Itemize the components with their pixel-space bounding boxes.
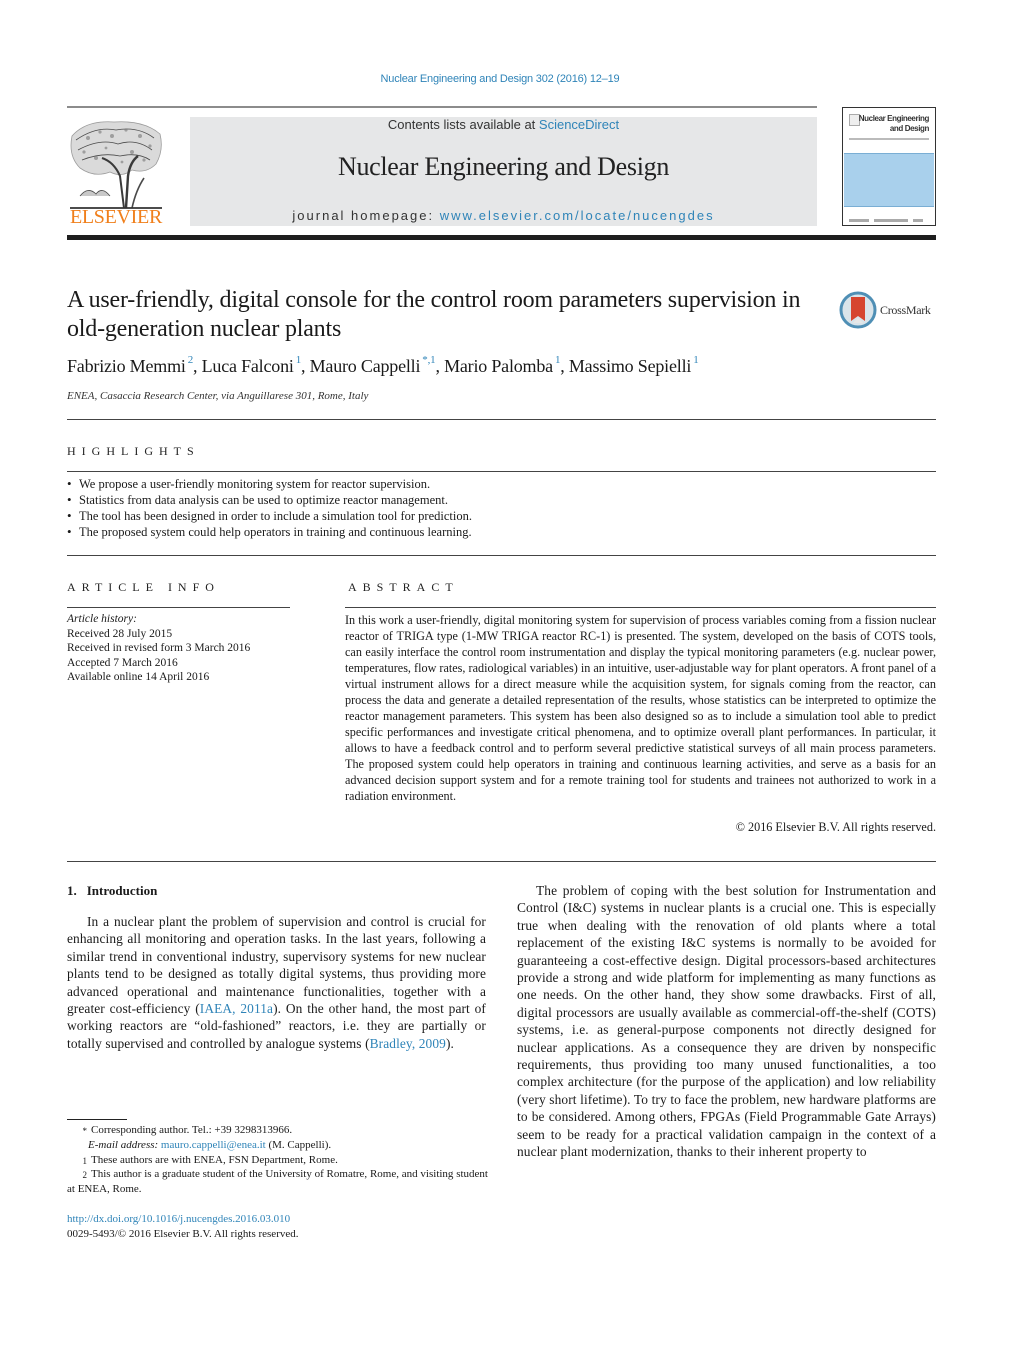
author-affiliation-mark[interactable]: 2 xyxy=(188,354,194,366)
abstract-heading: ABSTRACT xyxy=(348,580,459,594)
highlight-item: Statistics from data analysis can be use… xyxy=(67,492,936,508)
section-heading-introduction: 1. Introduction xyxy=(67,883,157,899)
divider xyxy=(345,607,936,608)
header-top-rule xyxy=(67,106,817,108)
author-affiliation-mark[interactable]: 1 xyxy=(296,354,302,366)
highlights-list: We propose a user-friendly monitoring sy… xyxy=(67,476,936,540)
footnote-corresponding: * Corresponding author. Tel.: +39 3298313… xyxy=(67,1123,488,1138)
cover-subtitle-bar xyxy=(849,138,929,140)
online-date: Available online 14 April 2016 xyxy=(67,671,210,683)
cover-title-line1: Nuclear Engineering xyxy=(858,114,930,123)
cover-footer xyxy=(849,211,929,222)
author-affiliation-mark[interactable]: *,1 xyxy=(422,354,435,366)
intro-paragraph: In a nuclear plant the problem of superv… xyxy=(67,913,486,1052)
article-info-heading: ARTICLE INFO xyxy=(67,580,220,594)
footnote-mark: 2 xyxy=(82,1170,88,1181)
homepage-prefix: journal homepage: xyxy=(292,208,440,223)
article-history: Article history: Received 28 July 2015 R… xyxy=(67,612,297,685)
crossmark-badge[interactable]: CrossMark xyxy=(839,291,939,331)
divider xyxy=(67,861,936,862)
divider xyxy=(67,471,936,472)
crossmark-label: CrossMark xyxy=(880,303,931,317)
homepage-line: journal homepage: www.elsevier.com/locat… xyxy=(190,208,817,223)
abstract-copyright: © 2016 Elsevier B.V. All rights reserved… xyxy=(735,820,936,834)
affiliation: ENEA, Casaccia Research Center, via Angu… xyxy=(67,390,369,402)
elsevier-logo[interactable]: ELSEVIER xyxy=(66,116,166,228)
paragraph-text: ). xyxy=(445,1035,454,1051)
footnote-1: 1 These authors are with ENEA, FSN Depart… xyxy=(67,1153,488,1168)
crossmark-icon xyxy=(839,291,877,329)
author-list: Fabrizio Memmi 2, Luca Falconi 1, Mauro Ca… xyxy=(67,354,699,376)
citation-link[interactable]: IAEA, 2011a xyxy=(200,1001,273,1016)
author-affiliation-mark[interactable]: 1 xyxy=(693,354,699,366)
received-date: Received 28 July 2015 xyxy=(67,627,173,640)
section-title: Introduction xyxy=(86,883,158,898)
contents-line: Contents lists available at ScienceDirec… xyxy=(190,117,817,132)
journal-citation-link[interactable]: Nuclear Engineering and Design 302 (2016… xyxy=(0,73,1000,85)
divider xyxy=(67,419,936,420)
citation-link[interactable]: Bradley, 2009 xyxy=(370,1036,446,1051)
divider xyxy=(67,555,936,556)
doi-link[interactable]: http://dx.doi.org/10.1016/j.nucengdes.20… xyxy=(67,1212,299,1227)
history-label: Article history: xyxy=(67,613,137,625)
journal-title: Nuclear Engineering and Design xyxy=(337,152,670,181)
author-name[interactable]: Fabrizio Memmi xyxy=(67,356,186,376)
highlight-item: The tool has been designed in order to i… xyxy=(67,508,936,524)
highlight-item: The proposed system could help operators… xyxy=(67,524,936,540)
footnote-text: Corresponding author. Tel.: +39 32983139… xyxy=(91,1124,293,1136)
homepage-link[interactable]: www.elsevier.com/locate/nucengdes xyxy=(440,208,715,223)
email-label: E-mail address: xyxy=(88,1138,159,1151)
elsevier-wordmark: ELSEVIER xyxy=(69,206,163,228)
email-suffix: (M. Cappelli). xyxy=(265,1138,332,1151)
author-name[interactable]: Massimo Sepielli xyxy=(569,356,692,376)
footnotes: * Corresponding author. Tel.: +39 3298313… xyxy=(67,1123,488,1197)
abstract-text: In this work a user-friendly, digital mo… xyxy=(345,613,936,803)
author-name[interactable]: Luca Falconi xyxy=(202,356,294,376)
author-name[interactable]: Mauro Cappelli xyxy=(310,356,421,376)
author-name[interactable]: Mario Palomba xyxy=(444,356,553,376)
body-paragraph: The problem of coping with the best solu… xyxy=(517,883,936,1160)
highlights-heading: HIGHLIGHTS xyxy=(67,444,200,458)
author-affiliation-mark[interactable]: 1 xyxy=(555,354,561,366)
issn-line: 0029-5493/© 2016 Elsevier B.V. All right… xyxy=(67,1228,299,1240)
accepted-date: Accepted 7 March 2016 xyxy=(67,656,178,669)
footnote-mark: 1 xyxy=(82,1155,88,1166)
section-number: 1. xyxy=(67,883,77,898)
sciencedirect-link[interactable]: ScienceDirect xyxy=(539,117,619,132)
footnote-text: This author is a graduate student of the… xyxy=(67,1168,488,1196)
highlight-item: We propose a user-friendly monitoring sy… xyxy=(67,476,936,492)
email-link[interactable]: mauro.cappelli@enea.it xyxy=(161,1139,266,1151)
footnote-mark: * xyxy=(82,1126,88,1136)
journal-cover-thumbnail[interactable]: Nuclear Engineering and Design xyxy=(842,107,936,226)
footnote-rule xyxy=(67,1119,127,1120)
article-title: A user-friendly, digital console for the… xyxy=(67,287,801,342)
divider xyxy=(67,607,290,608)
footnote-text: These authors are with ENEA, FSN Departm… xyxy=(91,1153,338,1166)
header-thick-rule xyxy=(67,235,936,240)
revised-date: Received in revised form 3 March 2016 xyxy=(67,642,251,654)
footnote-email: E-mail address: mauro.cappelli@enea.it (… xyxy=(67,1138,488,1153)
contents-prefix: Contents lists available at xyxy=(387,117,539,132)
journal-banner: Contents lists available at ScienceDirec… xyxy=(190,117,817,226)
footnote-2: 2 This author is a graduate student of th… xyxy=(67,1167,488,1197)
cover-title: Nuclear Engineering and Design xyxy=(858,114,930,134)
cover-image-panel xyxy=(844,153,934,207)
cover-title-line2: and Design xyxy=(889,124,930,133)
doi-block: http://dx.doi.org/10.1016/j.nucengdes.20… xyxy=(67,1212,299,1242)
